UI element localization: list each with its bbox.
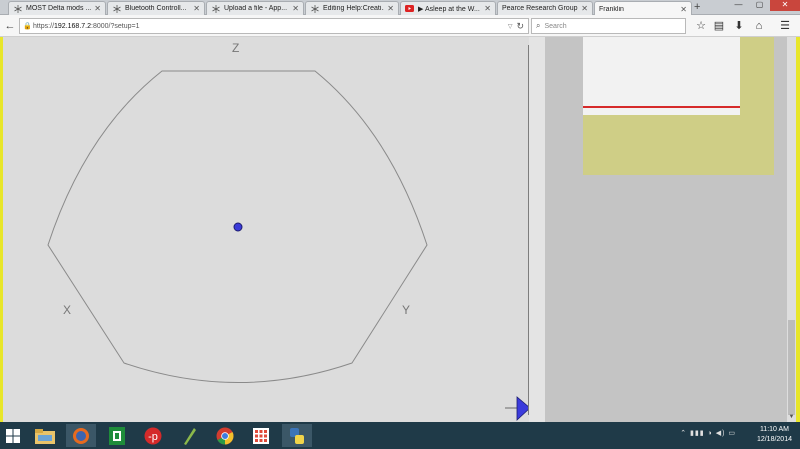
scrollbar-thumb[interactable] — [788, 320, 795, 415]
firefox-icon[interactable] — [66, 424, 96, 447]
back-icon[interactable]: ← — [3, 19, 17, 33]
tab-label: Pearce Research Group... — [502, 5, 579, 12]
tab-label: MOST Delta mods ... — [26, 5, 92, 12]
youtube-icon — [405, 4, 414, 13]
tab-bluetooth-controller[interactable]: Bluetooth Controll... ✕ — [107, 1, 205, 15]
python-icon[interactable] — [282, 424, 312, 447]
snowflake-icon — [211, 4, 220, 13]
tab-label: Editing Help:Creati... — [323, 5, 385, 12]
file-explorer-icon[interactable] — [30, 424, 60, 447]
pen-app-icon[interactable] — [174, 424, 204, 447]
snowflake-icon — [13, 4, 22, 13]
tab-label: ▶ Asleep at the W... — [418, 5, 480, 13]
bookmark-star-icon[interactable]: ☆ — [694, 19, 708, 33]
page-content: Z X Y ▼ — [0, 37, 800, 422]
clipboard-icon[interactable]: ▤ — [712, 19, 726, 33]
search-placeholder: Search — [544, 22, 567, 30]
close-icon[interactable]: ✕ — [484, 4, 491, 13]
url-bar[interactable]: 🔒 https://192.168.7.2:8000/?setup=1 ▽ ↻ — [19, 18, 529, 34]
tab-franklin[interactable]: Franklin ✕ — [594, 1, 692, 16]
scroll-down-icon[interactable]: ▼ — [787, 413, 796, 422]
tab-most-delta-mods[interactable]: MOST Delta mods ... ✕ — [8, 1, 106, 15]
search-icon: ⌕ — [536, 21, 541, 30]
axis-label-x: X — [63, 303, 72, 317]
home-icon[interactable]: ⌂ — [752, 19, 766, 33]
taskbar: -p ⌃ ▮▮▮ ◑ ◀) ▭ 11:10 AM 12/18/2014 — [0, 422, 800, 449]
gutter-strip — [529, 37, 545, 422]
url-dropdown-icon[interactable]: ▽ — [508, 23, 513, 30]
lock-icon: 🔒 — [23, 23, 32, 30]
windows-start-icon[interactable] — [0, 424, 26, 447]
menu-icon[interactable]: ☰ — [778, 19, 792, 33]
tab-pearce-research-group[interactable]: Pearce Research Group... ✕ — [497, 1, 593, 15]
tab-label: Upload a file - App... — [224, 5, 288, 12]
close-icon[interactable]: ✕ — [292, 4, 299, 13]
tab-upload-a-file[interactable]: Upload a file - App... ✕ — [206, 1, 304, 15]
url-host: 192.168.7.2 — [54, 22, 91, 30]
p-app-icon[interactable]: -p — [138, 424, 168, 447]
close-icon[interactable]: ✕ — [387, 4, 394, 13]
window-controls: — ▢ ✕ — [728, 0, 800, 11]
axis-label-y: Y — [402, 303, 411, 317]
delta-workspace-plot[interactable] — [0, 37, 530, 422]
tab-asleep-at-the-wheel[interactable]: ▶ Asleep at the W... ✕ — [400, 1, 496, 15]
tab-label: Franklin — [599, 5, 624, 13]
tab-bar: MOST Delta mods ... ✕ Bluetooth Controll… — [0, 0, 800, 16]
svg-text:-p: -p — [148, 431, 158, 443]
white-panel — [583, 37, 740, 115]
url-path: :8000/?setup=1 — [91, 22, 140, 30]
reload-icon[interactable]: ↻ — [516, 21, 524, 32]
axis-label-z: Z — [232, 41, 240, 55]
maximize-icon[interactable]: ▢ — [749, 0, 770, 11]
right-edge-bar — [796, 37, 800, 422]
window-close-icon[interactable]: ✕ — [770, 0, 800, 11]
close-icon[interactable]: ✕ — [94, 4, 101, 13]
excel-icon[interactable] — [102, 424, 132, 447]
download-icon[interactable]: ⬇ — [732, 19, 746, 33]
red-marker-line — [583, 106, 740, 108]
system-tray[interactable]: ⌃ ▮▮▮ ◑ ◀) ▭ — [680, 429, 736, 437]
snowflake-icon — [310, 4, 319, 13]
tab-label: Bluetooth Controll... — [125, 5, 187, 12]
nozzle-position-dot[interactable] — [233, 222, 243, 232]
clock-date: 12/18/2014 — [756, 436, 792, 443]
url-prefix: https:// — [33, 22, 55, 30]
search-input[interactable]: ⌕ Search — [531, 18, 686, 34]
close-icon[interactable]: ✕ — [193, 4, 200, 13]
navigation-toolbar: ← 🔒 https://192.168.7.2:8000/?setup=1 ▽ … — [0, 15, 800, 37]
clock[interactable]: 11:10 AM 12/18/2014 — [757, 425, 792, 445]
apps-grid-icon[interactable] — [246, 424, 276, 447]
tab-editing-help[interactable]: Editing Help:Creati... ✕ — [305, 1, 399, 15]
new-tab-button[interactable]: + — [694, 1, 700, 13]
chrome-icon[interactable] — [210, 424, 240, 447]
close-icon[interactable]: ✕ — [581, 4, 588, 13]
minimize-icon[interactable]: — — [728, 0, 749, 11]
clock-time: 11:10 AM — [759, 426, 789, 433]
close-icon[interactable]: ✕ — [680, 5, 687, 14]
snowflake-icon — [112, 4, 121, 13]
